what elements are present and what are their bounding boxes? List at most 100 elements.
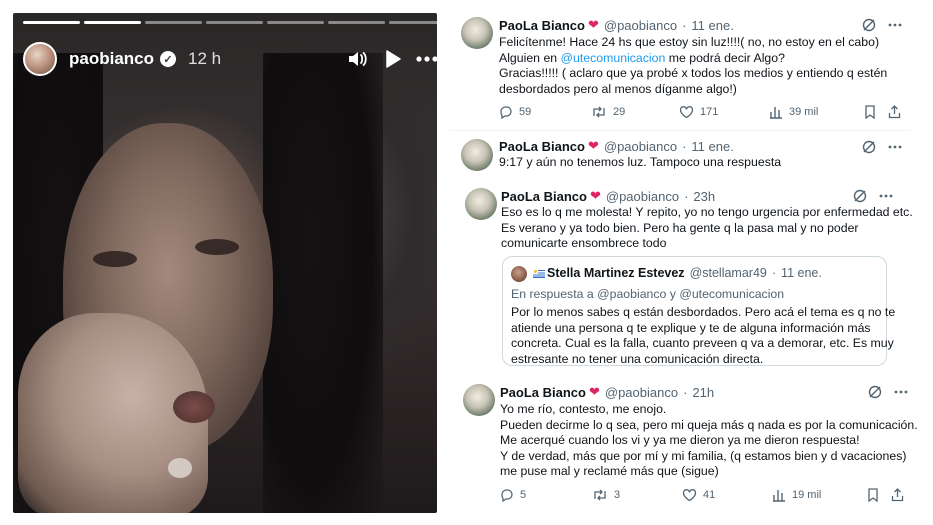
tweet-text-line: me puse mal y reclamé más que (sigue) xyxy=(500,464,719,478)
share-button[interactable] xyxy=(891,488,907,502)
author-name[interactable]: PaoLa Bianco xyxy=(499,139,585,154)
instagram-story[interactable]: paobianco ✓ 12 h xyxy=(13,13,437,513)
reply-button[interactable]: 5 xyxy=(500,488,592,502)
tweet-text-line: Alguien en @utecomunicacion me podrá dec… xyxy=(499,51,887,67)
tweet-text-line: 9:17 y aún no tenemos luz. Tampoco una r… xyxy=(499,155,782,169)
tweet[interactable]: PaoLa Bianco ❤ @paobianco · 11 ene. Feli… xyxy=(450,8,910,130)
story-avatar[interactable] xyxy=(23,42,57,76)
heart-emoji-icon: ❤ xyxy=(588,384,600,399)
uruguay-flag-icon xyxy=(533,269,545,279)
tweet-text-line: Pueden decirme lo q sea, pero mi queja m… xyxy=(500,417,918,432)
like-button[interactable]: 171 xyxy=(679,105,769,119)
tweet-header: PaoLa Bianco ❤ @paobianco · 23h xyxy=(501,188,715,204)
reply-icon xyxy=(501,489,513,502)
tweet[interactable]: PaoLa Bianco ❤ @paobianco · 21h Yo me rí… xyxy=(452,376,918,516)
like-icon xyxy=(682,489,697,502)
reply-context[interactable]: En respuesta a @paobianco y @utecomunica… xyxy=(511,287,784,303)
more-icon[interactable] xyxy=(879,194,893,198)
share-button[interactable] xyxy=(888,105,904,119)
reply-button[interactable]: 59 xyxy=(499,105,591,119)
tweet-header: PaoLa Bianco ❤ @paobianco · 11 ene. xyxy=(499,138,734,154)
retweet-button[interactable]: 3 xyxy=(592,488,682,502)
quote-text-line: estresante no tener una comunicación dir… xyxy=(511,351,764,366)
verified-icon: ✓ xyxy=(160,51,177,67)
avatar[interactable] xyxy=(461,17,493,49)
story-progress-segment xyxy=(23,21,80,24)
separator-dot: · xyxy=(682,17,687,33)
reply-icon xyxy=(500,106,512,119)
story-time: 12 h xyxy=(188,49,222,68)
author-handle[interactable]: @paobianco xyxy=(605,385,678,400)
share-icon xyxy=(888,105,901,119)
tweet-time[interactable]: 23h xyxy=(693,189,715,204)
tweet-time[interactable]: 21h xyxy=(692,385,714,400)
tweet-text-line: Y de verdad, más que por mí y mi familia… xyxy=(500,448,907,463)
author-name[interactable]: Stella Martinez Estevez xyxy=(547,266,685,280)
retweet-count: 3 xyxy=(614,489,621,501)
quote-text-line: concreta. Cual es la falla, cuanto preve… xyxy=(511,336,894,350)
views-count: 19 mil xyxy=(792,489,822,501)
author-handle[interactable]: @paobianco xyxy=(604,139,677,154)
grok-icon[interactable] xyxy=(868,385,882,399)
views-button[interactable]: 19 mil xyxy=(772,488,867,502)
author-handle[interactable]: @paobianco xyxy=(606,189,679,204)
tweet-top-icons xyxy=(862,18,902,32)
tweet-header: PaoLa Bianco ❤ @paobianco · 21h xyxy=(500,384,714,400)
tweet-text-line: desbordados pero al menos díganme algo!) xyxy=(499,81,737,96)
avatar[interactable] xyxy=(463,384,495,416)
grok-icon[interactable] xyxy=(862,18,876,32)
more-icon[interactable] xyxy=(888,145,902,149)
tweet-top-icons xyxy=(868,385,908,399)
grok-icon[interactable] xyxy=(862,140,876,154)
bookmark-icon xyxy=(868,488,878,502)
tweet-actions: 5 3 41 19 mil xyxy=(500,488,907,502)
tweet-time[interactable]: 11 ene. xyxy=(691,139,733,154)
heart-emoji-icon: ❤ xyxy=(589,188,601,203)
tweet-time[interactable]: 11 ene. xyxy=(781,266,822,280)
tweet-text-line: comunicarte ensombrece todo xyxy=(501,236,667,250)
tweet-time[interactable]: 11 ene. xyxy=(691,18,733,33)
mute-icon[interactable] xyxy=(345,45,369,73)
story-photo-eye xyxy=(195,239,239,255)
tweet[interactable]: PaoLa Bianco ❤ @paobianco · 23h Eso es l… xyxy=(455,181,913,369)
author-handle[interactable]: @stellamar49 xyxy=(690,266,767,280)
avatar[interactable] xyxy=(511,266,527,282)
author-name[interactable]: PaoLa Bianco xyxy=(499,18,585,33)
avatar[interactable] xyxy=(461,139,493,171)
views-count: 39 mil xyxy=(789,106,819,118)
story-progress-segment xyxy=(389,21,437,24)
author-name[interactable]: PaoLa Bianco xyxy=(500,385,586,400)
author-handle[interactable]: @paobianco xyxy=(604,18,677,33)
more-icon[interactable] xyxy=(888,23,902,27)
more-icon[interactable] xyxy=(894,390,908,394)
story-progress-segment xyxy=(84,21,141,24)
views-button[interactable]: 39 mil xyxy=(769,105,864,119)
quote-text-line: atiende una persona q te explique y te d… xyxy=(511,320,871,335)
retweet-button[interactable]: 29 xyxy=(591,105,679,119)
tweet-top-icons xyxy=(862,140,902,154)
text-fragment: me podrá decir Algo? xyxy=(665,50,785,65)
play-icon[interactable] xyxy=(383,45,403,73)
tweet-text-line: Me acerqué cuando los vi y ya me dieron … xyxy=(500,433,860,447)
quote-text-line: Por lo menos sabes q están desbordados. … xyxy=(511,305,896,319)
story-photo-mouth xyxy=(173,391,215,423)
views-icon xyxy=(773,490,785,502)
tweet-actions: 59 29 171 39 mil xyxy=(499,105,904,119)
bookmark-button[interactable] xyxy=(864,105,888,119)
tweet[interactable]: PaoLa Bianco ❤ @paobianco · 11 ene. 9:17… xyxy=(450,131,910,177)
quote-text: Por lo menos sabes q están desbordados. … xyxy=(511,305,895,367)
story-username[interactable]: paobianco xyxy=(69,49,154,69)
like-button[interactable]: 41 xyxy=(682,488,772,502)
story-photo-eye xyxy=(93,251,137,267)
bookmark-button[interactable] xyxy=(867,488,891,502)
grok-icon[interactable] xyxy=(853,189,867,203)
more-icon[interactable] xyxy=(415,45,437,73)
story-progress-segment xyxy=(145,21,202,24)
tweet-text: Yo me río, contesto, me enojo. Pueden de… xyxy=(500,402,918,480)
author-name[interactable]: PaoLa Bianco xyxy=(501,189,587,204)
quoted-tweet[interactable]: Stella Martinez Estevez @stellamar49 · 1… xyxy=(502,256,895,366)
mention-link[interactable]: @utecomunicacion xyxy=(561,51,666,65)
tweet-text: 9:17 y aún no tenemos luz. Tampoco una r… xyxy=(499,155,781,171)
avatar[interactable] xyxy=(465,188,497,220)
separator-dot: · xyxy=(682,138,687,154)
